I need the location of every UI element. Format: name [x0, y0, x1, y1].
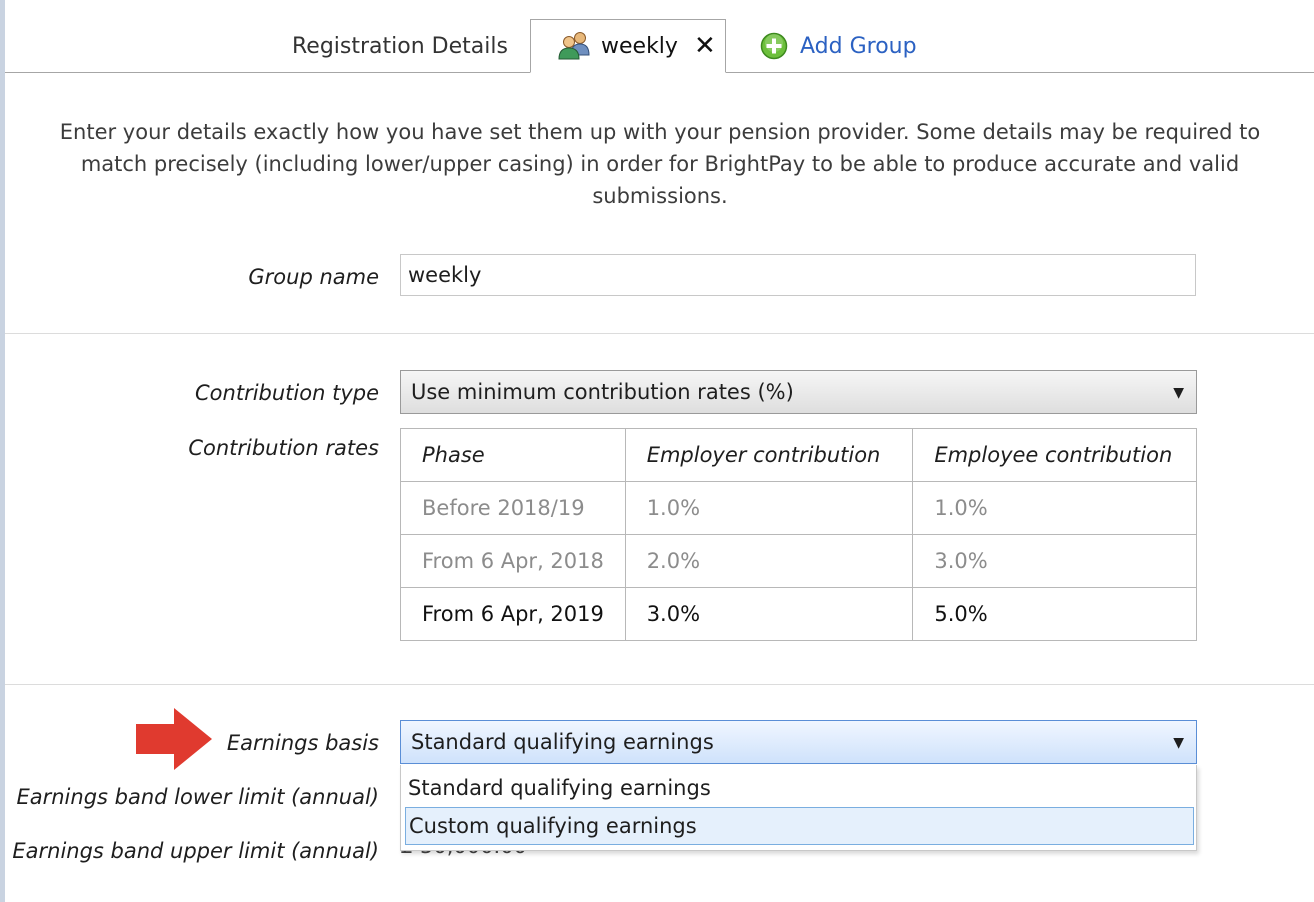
contribution-type-value: Use minimum contribution rates (%)	[411, 380, 794, 404]
cell-employer: 2.0%	[624, 534, 914, 588]
section-divider	[5, 684, 1314, 685]
dropdown-option-custom[interactable]: Custom qualifying earnings	[405, 807, 1194, 845]
group-name-label: Group name	[248, 265, 379, 289]
table-row: Before 2018/19 1.0% 1.0%	[400, 481, 1197, 535]
cell-employee: 5.0%	[912, 587, 1197, 641]
dropdown-option-standard[interactable]: Standard qualifying earnings	[405, 769, 1194, 807]
left-rail	[0, 0, 5, 902]
chevron-down-icon: ▼	[1173, 734, 1184, 751]
tab-weekly[interactable]: weekly ✕	[530, 19, 726, 73]
table-header-row: Phase Employer contribution Employee con…	[400, 428, 1197, 482]
cell-employee: 1.0%	[912, 481, 1197, 535]
earnings-lower-label: Earnings band lower limit (annual)	[16, 785, 379, 809]
earnings-basis-select[interactable]: Standard qualifying earnings ▼	[400, 720, 1197, 764]
intro-text: Enter your details exactly how you have …	[59, 120, 1261, 208]
earnings-basis-label: Earnings basis	[226, 731, 379, 755]
header-phase: Phase	[400, 428, 626, 482]
close-icon[interactable]: ✕	[694, 33, 716, 59]
earnings-upper-label: Earnings band upper limit (annual)	[12, 839, 379, 863]
tab-registration-details[interactable]: Registration Details	[292, 20, 508, 72]
group-users-icon	[558, 32, 590, 60]
cell-employee: 3.0%	[912, 534, 1197, 588]
tab-weekly-label: weekly	[601, 33, 678, 59]
table-row: From 6 Apr, 2019 3.0% 5.0%	[400, 587, 1197, 641]
cell-employer: 3.0%	[624, 587, 914, 641]
group-name-input[interactable]: weekly	[400, 254, 1196, 296]
contribution-rates-table: Phase Employer contribution Employee con…	[400, 428, 1197, 641]
earnings-basis-dropdown: Standard qualifying earnings Custom qual…	[400, 765, 1197, 851]
group-name-value: weekly	[408, 263, 482, 287]
add-group-button[interactable]: Add Group	[760, 20, 917, 72]
cell-employer: 1.0%	[624, 481, 914, 535]
table-row: From 6 Apr, 2018 2.0% 3.0%	[400, 534, 1197, 588]
add-group-label: Add Group	[800, 33, 917, 59]
cell-phase: Before 2018/19	[400, 481, 626, 535]
earnings-upper-value: £ 50,000.00	[400, 850, 912, 860]
header-employee: Employee contribution	[912, 428, 1197, 482]
cell-phase: From 6 Apr, 2019	[400, 587, 626, 641]
earnings-basis-value: Standard qualifying earnings	[411, 730, 714, 754]
contribution-type-select[interactable]: Use minimum contribution rates (%) ▼	[400, 370, 1197, 414]
section-divider	[5, 333, 1314, 334]
tab-registration-label: Registration Details	[292, 33, 508, 59]
chevron-down-icon: ▼	[1173, 384, 1184, 401]
header-employer: Employer contribution	[624, 428, 914, 482]
green-plus-icon	[760, 32, 788, 60]
contribution-type-label: Contribution type	[195, 381, 379, 405]
cell-phase: From 6 Apr, 2018	[400, 534, 626, 588]
contribution-rates-label: Contribution rates	[188, 436, 379, 460]
